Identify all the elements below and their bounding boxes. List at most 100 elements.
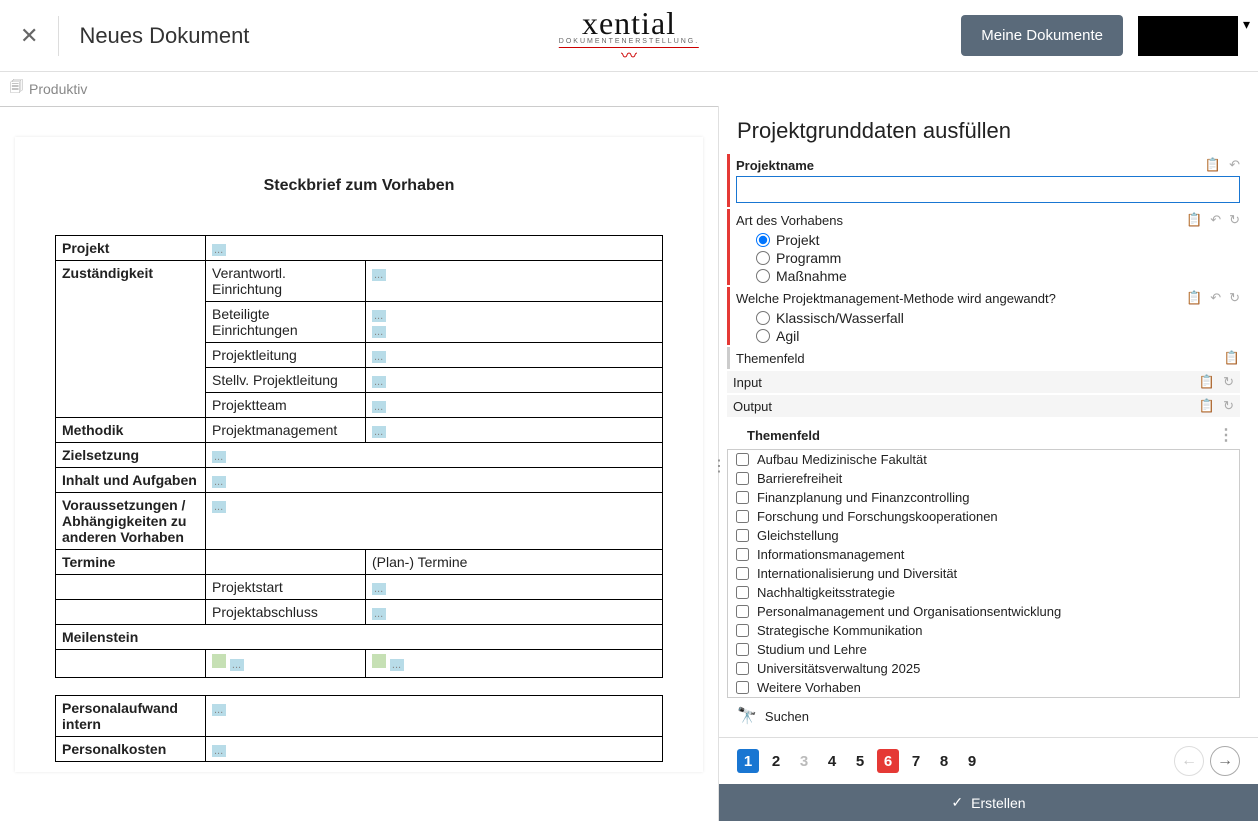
theme-item-label: Personalmanagement und Organisationsentw… xyxy=(757,604,1061,619)
page-number-7[interactable]: 7 xyxy=(905,749,927,773)
placeholder: ... xyxy=(212,451,226,463)
row-zielsetzung: Zielsetzung xyxy=(56,443,206,468)
question-art: Art des Vorhabens 📋 ↶ ↻ Projekt Programm… xyxy=(727,209,1240,285)
pane-drag-handle[interactable]: ⋮ xyxy=(711,456,727,476)
themenfeld-search[interactable]: 🔭 Suchen xyxy=(727,698,1240,734)
redo-icon[interactable]: ↻ xyxy=(1229,212,1240,228)
create-button[interactable]: ✓ Erstellen xyxy=(719,784,1258,821)
row-verantwortl: Verantwortl. Einrichtung xyxy=(206,261,366,302)
page-number-6[interactable]: 6 xyxy=(877,749,899,773)
undo-icon[interactable]: ↶ xyxy=(1229,157,1240,173)
document-page: Steckbrief zum Vorhaben Projekt... Zustä… xyxy=(15,137,703,772)
page-numbers: 123456789 xyxy=(737,749,983,773)
more-icon[interactable]: ⋮ xyxy=(1218,425,1234,445)
clipboard-icon[interactable]: 📋 xyxy=(1199,398,1215,414)
radio-massnahme[interactable]: Maßnahme xyxy=(736,267,1240,285)
row-voraussetzungen: Voraussetzungen / Abhängigkeiten zu ande… xyxy=(56,493,206,550)
page-number-3[interactable]: 3 xyxy=(793,749,815,773)
theme-item[interactable]: Finanzplanung und Finanzcontrolling xyxy=(728,488,1239,507)
row-methodik-val: Projektmanagement xyxy=(206,418,366,443)
theme-item-label: Forschung und Forschungskooperationen xyxy=(757,509,998,524)
page-number-8[interactable]: 8 xyxy=(933,749,955,773)
theme-item-label: Aufbau Medizinische Fakultät xyxy=(757,452,927,467)
close-icon[interactable]: ✕ xyxy=(20,23,38,49)
divider xyxy=(58,16,59,56)
theme-item-label: Nachhaltigkeitsstrategie xyxy=(757,585,895,600)
question-methode: Welche Projektmanagement-Methode wird an… xyxy=(727,287,1240,345)
clipboard-icon[interactable]: 📋 xyxy=(1199,374,1215,390)
placeholder: ... xyxy=(390,659,404,671)
input-projektname[interactable] xyxy=(736,176,1240,203)
undo-icon[interactable]: ↶ xyxy=(1210,212,1221,228)
radio-agil[interactable]: Agil xyxy=(736,327,1240,345)
undo-icon[interactable]: ↶ xyxy=(1210,290,1221,306)
row-projekt: Projekt xyxy=(56,236,206,261)
page-number-4[interactable]: 4 xyxy=(821,749,843,773)
page-number-5[interactable]: 5 xyxy=(849,749,871,773)
green-bar-icon xyxy=(372,654,386,668)
row-inhalt: Inhalt und Aufgaben xyxy=(56,468,206,493)
form-pane: ⋮ Projektgrunddaten ausfüllen Projektnam… xyxy=(718,106,1258,821)
create-label: Erstellen xyxy=(971,795,1025,811)
next-page-button[interactable]: → xyxy=(1210,746,1240,776)
main-content: Steckbrief zum Vorhaben Projekt... Zustä… xyxy=(0,106,1258,821)
placeholder: ... xyxy=(372,310,386,322)
theme-item[interactable]: Gleichstellung xyxy=(728,526,1239,545)
theme-item[interactable]: Aufbau Medizinische Fakultät xyxy=(728,450,1239,469)
page-number-9[interactable]: 9 xyxy=(961,749,983,773)
database-icon: 🗐 xyxy=(10,78,23,100)
placeholder: ... xyxy=(372,608,386,620)
my-documents-button[interactable]: Meine Dokumente xyxy=(961,15,1123,56)
search-label: Suchen xyxy=(765,709,809,724)
themenfeld-list[interactable]: Aufbau Medizinische Fakultät Barrierefrei… xyxy=(727,449,1240,698)
page-number-2[interactable]: 2 xyxy=(765,749,787,773)
clipboard-icon[interactable]: 📋 xyxy=(1186,212,1202,228)
clipboard-icon[interactable]: 📋 xyxy=(1205,157,1221,173)
redo-icon[interactable]: ↻ xyxy=(1229,290,1240,306)
theme-item[interactable]: Nachhaltigkeitsstrategie xyxy=(728,583,1239,602)
theme-item[interactable]: Universitätsverwaltung 2025 xyxy=(728,659,1239,678)
row-meilenstein: Meilenstein xyxy=(56,625,663,650)
theme-item[interactable]: Barrierefreiheit xyxy=(728,469,1239,488)
placeholder: ... xyxy=(212,501,226,513)
question-projektname: Projektname 📋 ↶ xyxy=(727,154,1240,207)
theme-item[interactable]: Forschung und Forschungskooperationen xyxy=(728,507,1239,526)
question-themenfeld: Themenfeld 📋 xyxy=(727,347,1240,369)
logo-squiggle-icon: 〰 xyxy=(559,42,699,66)
theme-item-label: Internationalisierung und Diversität xyxy=(757,566,957,581)
prev-page-button[interactable]: ← xyxy=(1174,746,1204,776)
document-title: Neues Dokument xyxy=(79,23,249,49)
page-number-1[interactable]: 1 xyxy=(737,749,759,773)
header-actions: Meine Dokumente xyxy=(961,15,1238,56)
placeholder: ... xyxy=(230,659,244,671)
placeholder: ... xyxy=(372,326,386,338)
placeholder: ... xyxy=(212,745,226,757)
redo-icon[interactable]: ↻ xyxy=(1223,398,1234,414)
radio-klassisch[interactable]: Klassisch/Wasserfall xyxy=(736,309,1240,327)
radio-projekt[interactable]: Projekt xyxy=(736,231,1240,249)
binoculars-icon: 🔭 xyxy=(737,706,757,726)
placeholder: ... xyxy=(212,476,226,488)
environment-bar: 🗐 Produktiv xyxy=(0,72,1258,106)
subheader-output: Output 📋 ↻ xyxy=(727,395,1240,417)
theme-item-label: Informationsmanagement xyxy=(757,547,904,562)
theme-item[interactable]: Weitere Vorhaben xyxy=(728,678,1239,697)
redo-icon[interactable]: ↻ xyxy=(1223,374,1234,390)
radio-programm[interactable]: Programm xyxy=(736,249,1240,267)
placeholder: ... xyxy=(372,583,386,595)
label-art: Art des Vorhabens xyxy=(736,213,1186,228)
clipboard-icon[interactable]: 📋 xyxy=(1186,290,1202,306)
theme-item[interactable]: Internationalisierung und Diversität xyxy=(728,564,1239,583)
clipboard-icon[interactable]: 📋 xyxy=(1224,350,1240,366)
document-preview[interactable]: Steckbrief zum Vorhaben Projekt... Zustä… xyxy=(0,106,718,821)
placeholder: ... xyxy=(372,351,386,363)
theme-item[interactable]: Informationsmanagement xyxy=(728,545,1239,564)
label-methode: Welche Projektmanagement-Methode wird an… xyxy=(736,291,1186,306)
label-themenfeld: Themenfeld xyxy=(736,351,1224,366)
green-bar-icon xyxy=(212,654,226,668)
theme-item[interactable]: Strategische Kommunikation xyxy=(728,621,1239,640)
check-icon: ✓ xyxy=(951,794,963,811)
theme-item[interactable]: Studium und Lehre xyxy=(728,640,1239,659)
theme-item[interactable]: Personalmanagement und Organisationsentw… xyxy=(728,602,1239,621)
user-menu[interactable] xyxy=(1138,16,1238,56)
